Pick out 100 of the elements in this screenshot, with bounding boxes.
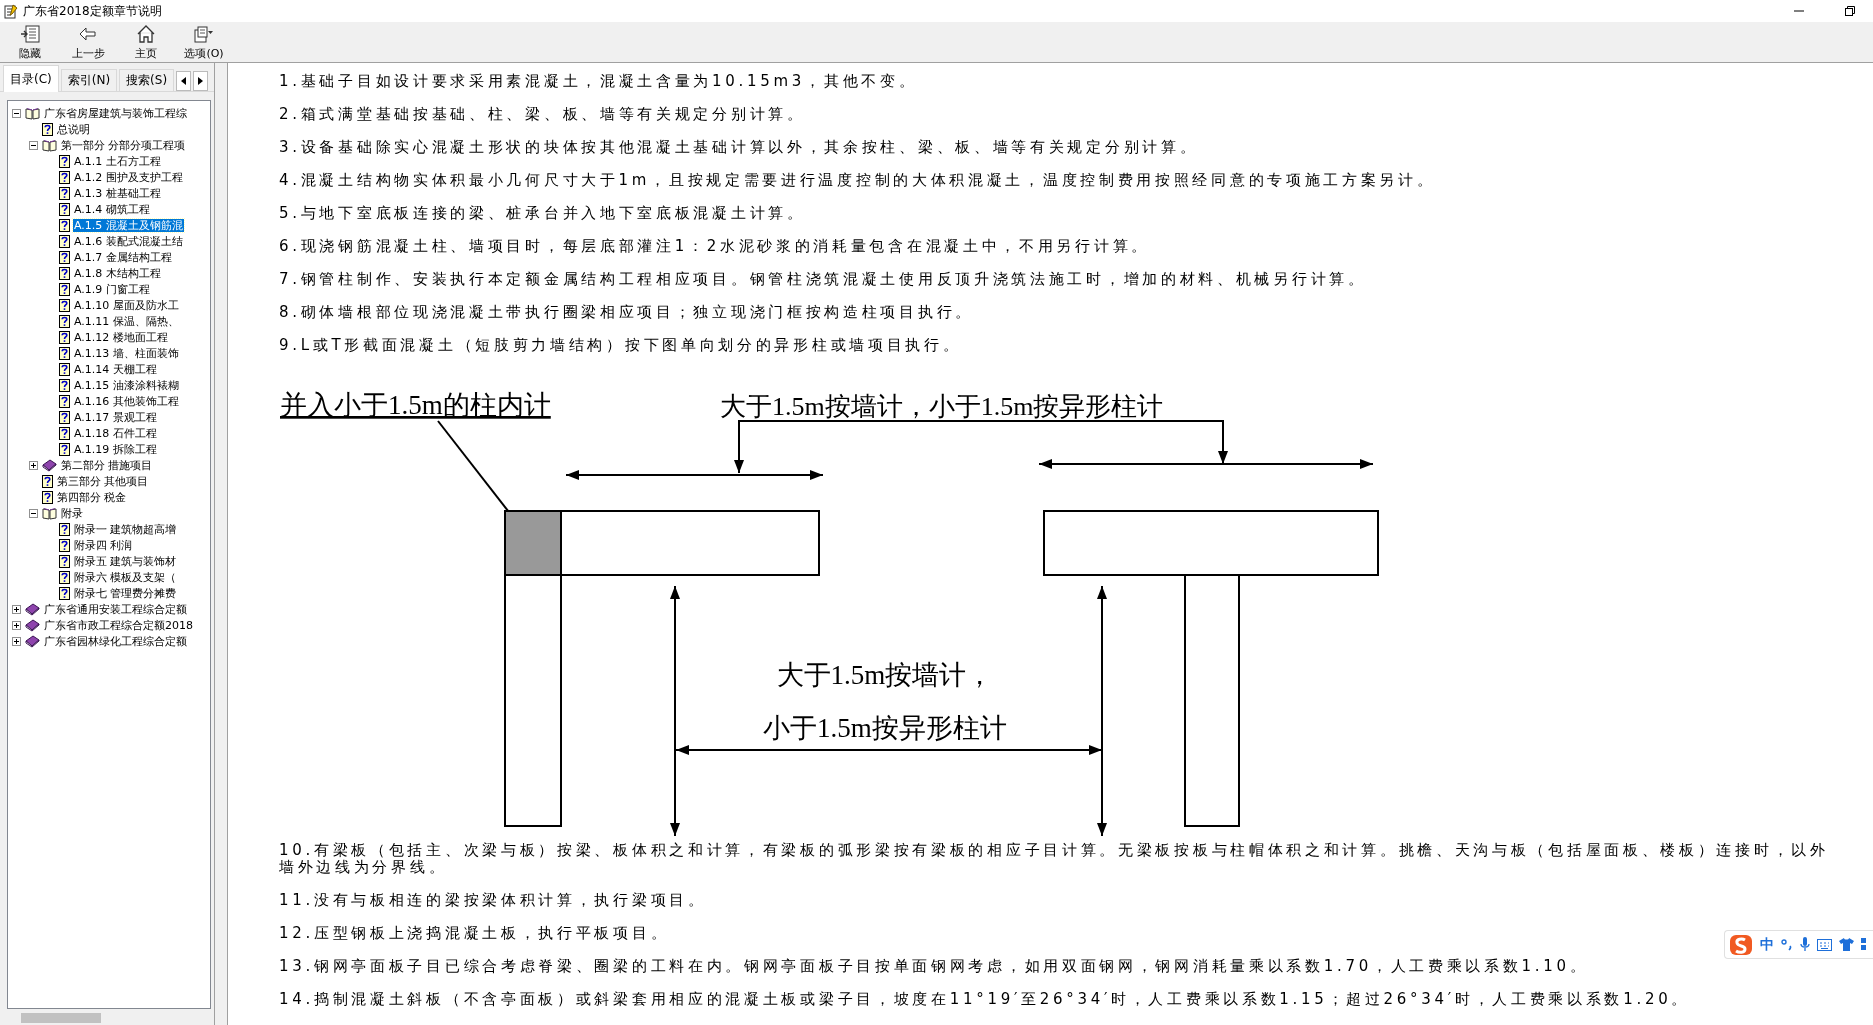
help-page-icon xyxy=(59,522,70,536)
tab[interactable]: 目录(C) xyxy=(3,65,59,92)
tree-item[interactable]: A.1.5 混凝土及钢筋混 xyxy=(73,218,184,232)
help-page-icon xyxy=(59,570,70,584)
figure-label: 小于1.5m按异形柱计 xyxy=(763,713,1007,743)
tree-item[interactable]: A.1.18 石件工程 xyxy=(73,426,158,440)
open-book-icon xyxy=(42,506,57,520)
help-page-icon xyxy=(59,250,70,264)
tree-item[interactable]: A.1.19 拆除工程 xyxy=(73,442,158,456)
tree-item[interactable]: A.1.8 木结构工程 xyxy=(73,266,162,280)
input-mode[interactable]: 中 xyxy=(1760,935,1774,954)
tree-item[interactable]: A.1.15 油漆涂料裱糊 xyxy=(73,378,180,392)
help-page-icon xyxy=(59,538,70,552)
tree-item[interactable]: 附录六 模板及支架（ xyxy=(73,570,178,584)
tree-item[interactable]: A.1.6 装配式混凝土结 xyxy=(73,234,184,248)
paragraph: 4.混凝土结构物实体积最小几何尺寸大于1m，且按规定需要进行温度控制的大体积混凝土，温度控制费用按照经同意的专项施工方案另计。 xyxy=(279,172,1436,189)
tree-item[interactable]: 附录七 管理费分摊费 xyxy=(73,586,178,600)
paragraph: 2.箱式满堂基础按基础、柱、梁、板、墙等有关规定分别计算。 xyxy=(279,106,806,123)
expand-toggle-icon[interactable] xyxy=(12,604,21,614)
toolbar-button[interactable]: 上一步 xyxy=(59,22,117,62)
help-page-icon xyxy=(42,474,53,488)
paragraph: 9.L或T形截面混凝土（短肢剪力墙结构）按下图单向划分的异形柱或墙项目执行。 xyxy=(279,337,962,354)
help-page-icon xyxy=(59,330,70,344)
help-page-icon xyxy=(59,218,70,232)
toolbar-button[interactable]: 主页 xyxy=(117,22,175,62)
tree-item[interactable]: A.1.1 土石方工程 xyxy=(73,154,162,168)
paragraph: 5.与地下室底板连接的梁、桩承台并入地下室底板混凝土计算。 xyxy=(279,205,806,222)
paragraph: 14.捣制混凝土斜板（不含亭面板）或斜梁套用相应的混凝土板或梁子目，坡度在11°19′至26°34′时，人工费乘以系数1.15；超过26°34′时，人工费乘以系数1.20。 xyxy=(279,991,1691,1008)
expand-toggle-icon[interactable] xyxy=(12,620,21,630)
tree-item[interactable]: 第一部分 分部分项工程项 xyxy=(60,138,187,152)
help-page-icon xyxy=(59,410,70,424)
figure-label: 大于1.5m按墙计， xyxy=(776,660,994,690)
collapse-toggle-icon[interactable] xyxy=(29,140,38,150)
tree-item[interactable]: 附录 xyxy=(60,506,84,520)
microphone-icon[interactable] xyxy=(1800,937,1810,952)
tree-item[interactable]: A.1.3 桩基础工程 xyxy=(73,186,162,200)
open-book-icon xyxy=(42,138,57,152)
help-page-icon xyxy=(42,122,53,136)
paragraph: 3.设备基础除实心混凝土形状的块体按其他混凝土基础计算以外，其余按柱、梁、板、墙等有关规定分别计算。 xyxy=(279,139,1199,156)
help-page-icon xyxy=(59,378,70,392)
paragraph: 11.没有与板相连的梁按梁体积计算，执行梁项目。 xyxy=(279,892,707,909)
keyboard-icon[interactable] xyxy=(1817,938,1832,951)
tree-item[interactable]: A.1.2 围护及支护工程 xyxy=(73,170,184,184)
help-page-icon xyxy=(59,234,70,248)
tree-item[interactable]: A.1.10 屋面及防水工 xyxy=(73,298,180,312)
restore-icon xyxy=(1845,6,1855,16)
figure-label: 并入小于1.5m的柱内计 xyxy=(280,390,551,420)
help-page-icon xyxy=(59,554,70,568)
figure-label: 大于1.5m按墙计，小于1.5m按异形柱计 xyxy=(720,392,1164,421)
help-page-icon xyxy=(59,394,70,408)
paragraph: 13.钢网亭面板子目已综合考虑脊梁、圈梁的工料在内。钢网亭面板子目按单面钢网考虑，如用双面钢网，钢网消耗量乘以系数1.70，人工费乘以系数1.10。 xyxy=(279,958,1589,975)
tree-item[interactable]: 第四部分 税金 xyxy=(56,490,128,504)
help-book-icon xyxy=(4,3,18,19)
grid-icon[interactable] xyxy=(1861,938,1867,951)
help-page-icon xyxy=(42,490,53,504)
ime-logo-icon[interactable] xyxy=(1729,933,1753,956)
minimize-icon xyxy=(1794,10,1804,12)
help-page-icon xyxy=(59,154,70,168)
left-triangle-icon xyxy=(181,77,187,85)
tree-item[interactable]: 附录四 利润 xyxy=(73,538,134,552)
tree-item[interactable]: 第三部分 其他项目 xyxy=(56,474,150,488)
tab[interactable]: 索引(N) xyxy=(60,69,118,91)
tree-item[interactable]: A.1.17 景观工程 xyxy=(73,410,158,424)
collapse-toggle-icon[interactable] xyxy=(12,108,21,118)
help-page-icon xyxy=(59,298,70,312)
help-page-icon xyxy=(59,442,70,456)
tree-item[interactable]: 广东省房屋建筑与装饰工程综 xyxy=(43,106,188,120)
tab[interactable]: 搜索(S) xyxy=(119,69,175,91)
punctuation-icon[interactable] xyxy=(1781,938,1793,951)
left-arrow-icon xyxy=(79,27,97,41)
tree-item[interactable]: A.1.4 砌筑工程 xyxy=(73,202,151,216)
expand-toggle-icon[interactable] xyxy=(29,460,38,470)
tree-item[interactable]: A.1.14 天棚工程 xyxy=(73,362,158,376)
tree-item[interactable]: 第二部分 措施项目 xyxy=(60,458,154,472)
hide-pane-icon xyxy=(20,25,40,43)
toolbar-button[interactable]: 选项(O) xyxy=(175,22,233,62)
tree-item[interactable]: 广东省园林绿化工程综合定额 xyxy=(43,634,188,648)
expand-toggle-icon[interactable] xyxy=(12,636,21,646)
tree-item[interactable]: 附录一 建筑物超高增 xyxy=(73,522,178,536)
help-page-icon xyxy=(59,426,70,440)
tree-item[interactable]: A.1.16 其他装饰工程 xyxy=(73,394,180,408)
scroll-right-button[interactable] xyxy=(193,71,209,91)
tree-item[interactable]: A.1.11 保温、隔热、 xyxy=(73,314,180,328)
scroll-left-button[interactable] xyxy=(176,71,192,91)
tree-item[interactable]: 广东省通用安装工程综合定额 xyxy=(43,602,188,616)
tree-item[interactable]: 附录五 建筑与装饰材 xyxy=(73,554,178,568)
tree-item[interactable]: 广东省市政工程综合定额2018 xyxy=(43,618,194,632)
help-page-icon xyxy=(59,586,70,600)
shirt-icon[interactable] xyxy=(1839,938,1854,951)
tree-item[interactable]: 总说明 xyxy=(56,122,91,136)
collapse-toggle-icon[interactable] xyxy=(29,508,38,518)
toolbar-button[interactable]: 隐藏 xyxy=(1,22,59,62)
tree-item[interactable]: A.1.9 门窗工程 xyxy=(73,282,151,296)
tree-item[interactable]: A.1.7 金属结构工程 xyxy=(73,250,173,264)
options-icon xyxy=(194,25,214,43)
closed-book-icon xyxy=(25,634,40,648)
help-page-icon xyxy=(59,282,70,296)
tree-item[interactable]: A.1.13 墙、柱面装饰 xyxy=(73,346,180,360)
help-page-icon xyxy=(59,346,70,360)
tree-item[interactable]: A.1.12 楼地面工程 xyxy=(73,330,169,344)
